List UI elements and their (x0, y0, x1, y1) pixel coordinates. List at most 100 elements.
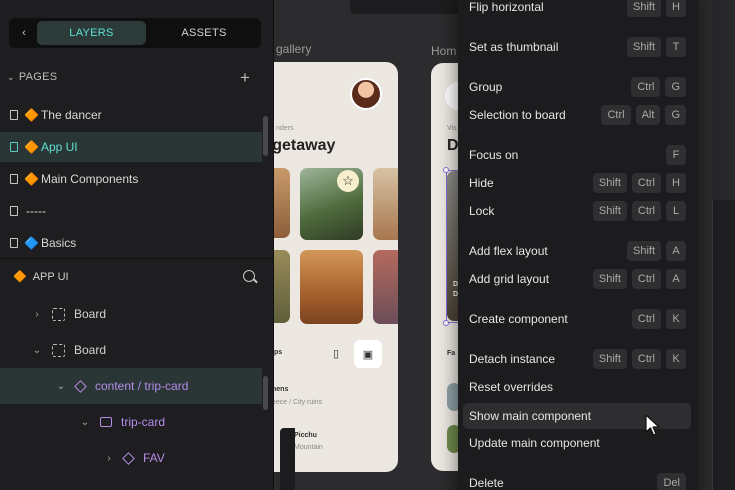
tab-assets[interactable]: ASSETS (159, 21, 249, 45)
gallery-board[interactable]: nders n getaway ips ▯ ▣ hens eece / City… (258, 62, 398, 472)
shortcut-key: Ctrl (601, 105, 631, 125)
page-item-main-components[interactable]: 🔶 Main Components (0, 164, 262, 194)
chevron-down-icon[interactable]: ⌄ (54, 381, 68, 392)
layers-header-emoji: 🔶 (13, 271, 27, 283)
shortcut-key: Alt (635, 105, 661, 125)
layers-scrollbar[interactable] (263, 376, 268, 410)
shortcut-key: Shift (592, 173, 627, 193)
page-item-separator[interactable]: ----- (0, 196, 262, 226)
menu-item-label: Show main component (469, 409, 592, 423)
pages-section-toggle[interactable]: ⌄ PAGES (7, 71, 57, 83)
shortcut-key: Ctrl (631, 349, 661, 369)
shortcut-key: T (666, 37, 686, 57)
right-panel-edge (712, 200, 735, 490)
chevron-right-icon[interactable]: › (102, 453, 116, 464)
chevron-down-icon[interactable]: ⌄ (78, 417, 92, 428)
page-icon (6, 206, 22, 216)
resize-handle[interactable] (443, 320, 449, 326)
shortcut-key: G (665, 77, 686, 97)
menu-item-label: Create component (469, 312, 568, 326)
add-page-button[interactable]: + (240, 68, 250, 88)
menu-item-flip-horizontal[interactable]: Flip horizontal Shift H (463, 0, 691, 19)
divider (0, 258, 273, 259)
layer-label: FAV (143, 451, 165, 465)
component-icon (74, 379, 87, 393)
chevron-down-icon: ⌄ (7, 71, 15, 82)
resize-handle[interactable] (443, 167, 449, 173)
chevron-right-icon[interactable]: › (30, 309, 44, 320)
menu-item-label: Reset overrides (469, 380, 554, 394)
menu-item-label: Update main component (469, 436, 600, 450)
shortcut-key: G (665, 105, 686, 125)
page-item-app-ui[interactable]: 🔶 App UI (0, 132, 262, 162)
board-icon (52, 343, 65, 357)
menu-item-label: Group (469, 80, 503, 94)
layer-item-board[interactable]: ⌄ Board (0, 332, 262, 368)
menu-item-label: Selection to board (469, 108, 566, 122)
menu-item-group[interactable]: Group Ctrl G (463, 75, 691, 99)
page-icon (6, 174, 22, 184)
tab-layers[interactable]: LAYERS (37, 21, 146, 45)
menu-item-label: Lock (469, 204, 495, 218)
place-subtitle: eece / City ruins (272, 399, 323, 406)
shortcut: Shift Ctrl K (592, 349, 686, 369)
layers-header-label: APP UI (32, 270, 69, 283)
shortcut-key: Shift (626, 0, 661, 17)
shortcut-key: Ctrl (631, 269, 661, 289)
mouse-pointer-icon (645, 414, 660, 436)
list-view-icon[interactable]: ▯ (325, 342, 347, 364)
grid-view-icon[interactable]: ▣ (354, 340, 382, 368)
layer-item-trip-card[interactable]: ⌄ trip-card (0, 404, 262, 440)
shortcut: Shift Ctrl L (592, 201, 686, 221)
menu-item-create-component[interactable]: Create component Ctrl K (463, 307, 691, 331)
layer-label: Board (74, 343, 107, 357)
chevron-left-icon[interactable]: ‹ (13, 22, 35, 44)
shortcut-key: F (666, 145, 686, 165)
menu-item-selection-to-board[interactable]: Selection to board Ctrl Alt G (463, 103, 691, 127)
shortcut-key: Del (657, 473, 686, 490)
folder-icon (100, 417, 112, 427)
search-icon[interactable] (243, 270, 255, 282)
page-label: Main Components (40, 172, 139, 186)
page-emoji: 🔶 (24, 108, 39, 122)
shortcut-key: Shift (626, 37, 661, 57)
page-label: The dancer (40, 108, 102, 122)
board-label-gallery[interactable]: gallery (276, 42, 311, 56)
avatar (350, 78, 382, 110)
menu-item-focus-on[interactable]: Focus on F (463, 143, 691, 167)
menu-item-detach-instance[interactable]: Detach instance Shift Ctrl K (463, 347, 691, 371)
menu-item-label: Detach instance (469, 352, 556, 366)
page-icon (6, 238, 22, 248)
component-icon (122, 451, 135, 465)
pages-scrollbar[interactable] (263, 116, 268, 156)
layer-item-fav[interactable]: › FAV (0, 440, 262, 476)
menu-item-hide[interactable]: Hide Shift Ctrl H (463, 171, 691, 195)
layer-item-board[interactable]: › Board (0, 296, 262, 332)
menu-item-delete[interactable]: Delete Del (463, 471, 691, 490)
shortcut-key: Ctrl (631, 309, 661, 329)
shortcut-key: Ctrl (631, 77, 661, 97)
page-icon (6, 142, 22, 152)
favorite-star-icon[interactable]: ☆ (337, 170, 359, 192)
page-item-the-dancer[interactable]: 🔶 The dancer (0, 100, 262, 130)
layer-item-content-trip-card[interactable]: ⌄ content / trip-card (0, 368, 262, 404)
page-emoji: 🔶 (24, 172, 39, 186)
menu-item-lock[interactable]: Lock Shift Ctrl L (463, 199, 691, 223)
menu-item-reset-overrides[interactable]: Reset overrides (463, 375, 691, 399)
menu-item-set-as-thumbnail[interactable]: Set as thumbnail Shift T (463, 35, 691, 59)
menu-item-add-flex-layout[interactable]: Add flex layout Shift A (463, 239, 691, 263)
board-label-home[interactable]: Hom (431, 44, 456, 58)
page-label: App UI (40, 140, 78, 154)
page-item-basics[interactable]: 🔷 Basics (0, 228, 262, 258)
page-icon (6, 110, 22, 120)
shortcut-key: Shift (592, 349, 627, 369)
layer-label: trip-card (121, 415, 166, 429)
menu-item-add-grid-layout[interactable]: Add grid layout Shift Ctrl A (463, 267, 691, 291)
photo-tile (373, 250, 398, 324)
page-emoji: 🔶 (24, 140, 39, 154)
menu-item-label: Focus on (469, 148, 519, 162)
board-caption: nders (276, 125, 294, 132)
place-name: hens (272, 386, 289, 393)
chevron-down-icon[interactable]: ⌄ (30, 345, 44, 356)
shortcut-key: Shift (626, 241, 661, 261)
